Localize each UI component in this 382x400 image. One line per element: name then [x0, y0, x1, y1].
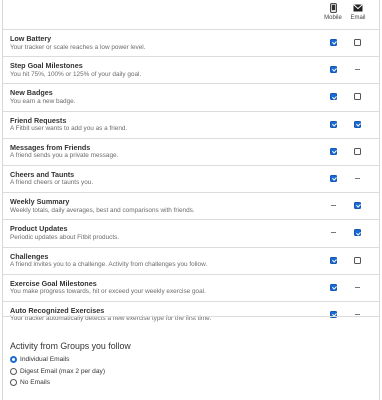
notification-description: A friend sends you a private message.: [10, 152, 119, 160]
mobile-checkbox[interactable]: [330, 256, 337, 264]
mobile-cell: [329, 256, 339, 266]
email-checkbox[interactable]: [354, 229, 361, 237]
notification-title: Low Battery: [10, 34, 52, 43]
notification-description: A friend cheers or taunts you.: [10, 179, 94, 187]
notification-title: Friend Requests: [10, 115, 67, 125]
notification-row: Messages from Friends A friend sends you …: [2, 137, 380, 165]
email-cell: [353, 228, 363, 238]
mobile-cell: [329, 283, 339, 293]
email-cell: [353, 38, 363, 48]
email-cell: [353, 92, 363, 102]
notification-title: Challenges: [10, 251, 49, 261]
email-cell: [353, 174, 363, 184]
email-unavailable-dash: [355, 69, 360, 71]
notification-row: Cheers and Taunts A friend cheers or taun…: [2, 164, 380, 192]
mobile-checkbox[interactable]: [330, 66, 337, 74]
email-unavailable-dash: [355, 177, 360, 179]
email-checkbox[interactable]: [354, 93, 361, 101]
notification-description: You hit 75%, 100% or 125% of your daily …: [10, 70, 142, 78]
notification-description: You make progress towards, hit or exceed…: [10, 288, 206, 296]
email-cell: [353, 310, 363, 320]
mobile-unavailable-dash: [331, 205, 336, 207]
mobile-cell: [329, 174, 339, 184]
email-checkbox[interactable]: [354, 39, 361, 46]
mobile-column-label: Mobile: [324, 15, 342, 21]
groups-section-title: Activity from Groups you follow: [10, 341, 131, 351]
radio-individual-emails[interactable]: Individual Emails: [10, 354, 69, 364]
mobile-checkbox[interactable]: [330, 147, 337, 155]
notification-description: You earn a new badge.: [10, 97, 76, 105]
notification-row: Exercise Goal Milestones You make progres…: [2, 273, 380, 301]
email-cell: [353, 201, 363, 211]
notification-description: Your tracker or scale reaches a low powe…: [10, 43, 146, 51]
email-checkbox[interactable]: [354, 202, 361, 210]
mobile-cell: [329, 92, 339, 102]
notification-row: Low Battery Your tracker or scale reaches…: [2, 29, 380, 56]
mobile-checkbox[interactable]: [330, 120, 337, 128]
notification-description: A friend invites you to a challenge. Act…: [10, 261, 208, 268]
radio-label: Individual Emails: [20, 355, 70, 363]
email-column-label: Email: [350, 15, 366, 21]
notification-title: Product Updates: [10, 224, 68, 234]
email-cell: [353, 120, 363, 130]
mobile-cell: [329, 228, 339, 238]
radio-label: Digest Email (max 2 per day): [20, 367, 106, 375]
email-cell: [353, 283, 363, 293]
radio-digest-email[interactable]: Digest Email (max 2 per day): [10, 366, 105, 376]
notification-title: Step Goal Milestones: [10, 61, 83, 71]
email-unavailable-dash: [355, 313, 360, 315]
radio-button[interactable]: [10, 378, 17, 386]
mobile-cell: [329, 38, 339, 48]
notification-title: Weekly Summary: [10, 197, 70, 207]
notification-title: Messages from Friends: [10, 142, 91, 152]
notification-title: Auto Recognized Exercises: [10, 305, 105, 315]
mobile-checkbox[interactable]: [330, 174, 337, 182]
radio-label: No Emails: [20, 378, 51, 386]
mobile-checkbox[interactable]: [330, 283, 337, 291]
notification-row: Weekly Summary Weekly totals, daily avera…: [2, 192, 380, 219]
email-cell: [353, 256, 363, 266]
email-checkbox[interactable]: [354, 147, 361, 155]
radio-button[interactable]: [10, 367, 17, 375]
email-checkbox[interactable]: [354, 120, 361, 128]
mobile-unavailable-dash: [331, 232, 336, 234]
mobile-cell: [329, 201, 339, 211]
mobile-checkbox[interactable]: [330, 93, 337, 101]
mobile-cell: [329, 147, 339, 157]
envelope-icon: [343, 3, 373, 13]
email-checkbox[interactable]: [354, 256, 361, 264]
notification-description: Weekly totals, daily averages, best and …: [10, 206, 195, 214]
divider: [2, 316, 380, 317]
notification-row: Step Goal Milestones You hit 75%, 100% or…: [2, 56, 380, 83]
notification-row: New Badges You earn a new badge.: [2, 83, 380, 110]
radio-button[interactable]: [10, 355, 17, 363]
radio-no-emails[interactable]: No Emails: [10, 377, 50, 387]
email-unavailable-dash: [355, 286, 360, 288]
email-column-header: Email: [343, 3, 373, 21]
email-cell: [353, 147, 363, 157]
mobile-cell: [329, 310, 339, 320]
notification-description: Periodic updates about Fitbit products.: [10, 233, 120, 241]
notification-row: Challenges A friend invites you to a chal…: [2, 246, 380, 274]
notification-title: Exercise Goal Milestones: [10, 278, 97, 288]
notification-title: New Badges: [10, 88, 53, 98]
notification-description: A Fitbit user wants to add you as a frie…: [10, 125, 128, 133]
notification-row: Friend Requests A Fitbit user wants to ad…: [2, 110, 380, 138]
notification-list: Low Battery Your tracker or scale reaches…: [2, 29, 380, 328]
notification-title: Cheers and Taunts: [10, 169, 75, 179]
email-cell: [353, 65, 363, 75]
mobile-cell: [329, 120, 339, 130]
mobile-cell: [329, 65, 339, 75]
mobile-checkbox[interactable]: [330, 39, 337, 46]
notification-row: Product Updates Periodic updates about Fi…: [2, 219, 380, 246]
notification-row: Auto Recognized Exercises Your tracker au…: [2, 300, 380, 328]
